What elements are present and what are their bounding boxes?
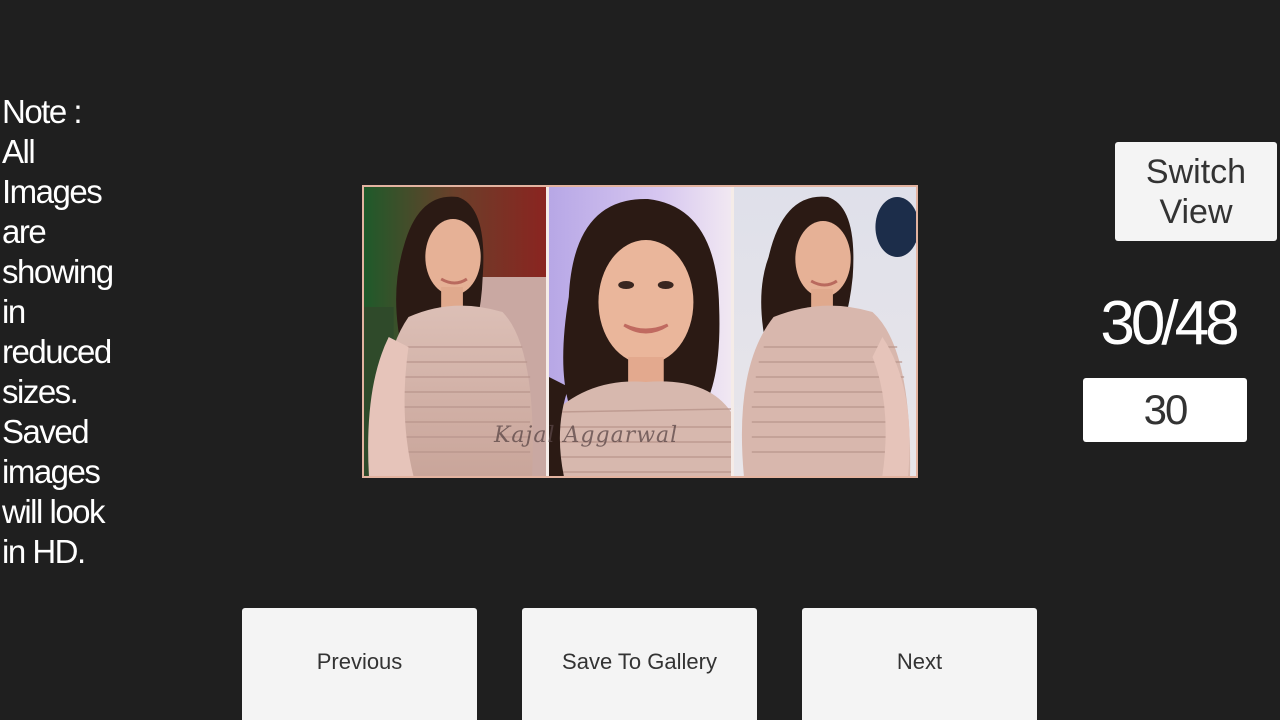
photo-right-image xyxy=(734,187,916,476)
previous-button[interactable]: Previous xyxy=(242,608,477,720)
photo-panel-right xyxy=(731,187,916,476)
viewer-screen: Note : All Images are showing in reduced… xyxy=(0,0,1280,720)
note-text: Note : All Images are showing in reduced… xyxy=(2,93,114,570)
photo-watermark: Kajal Aggarwal xyxy=(494,423,679,448)
next-button[interactable]: Next xyxy=(802,608,1037,720)
switch-view-button[interactable]: Switch View xyxy=(1115,142,1277,241)
page-number-input[interactable] xyxy=(1083,378,1247,442)
image-display[interactable]: Kajal Aggarwal xyxy=(362,185,918,478)
save-to-gallery-button[interactable]: Save To Gallery xyxy=(522,608,757,720)
image-counter: 30/48 xyxy=(1100,289,1239,358)
